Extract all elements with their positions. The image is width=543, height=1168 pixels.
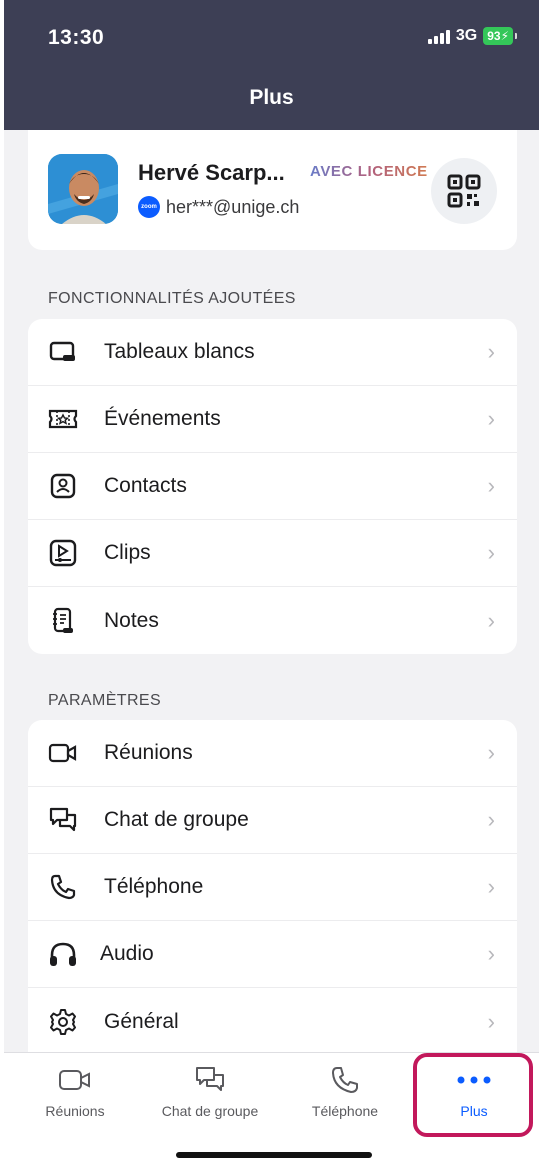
tab-meetings[interactable]: Réunions	[10, 1053, 140, 1133]
chevron-right-icon: ›	[487, 941, 495, 966]
section-label-features: FONCTIONNALITÉS AJOUTÉES	[48, 290, 296, 307]
menu-item-phone[interactable]: Téléphone ›	[28, 854, 517, 921]
tab-group-chat[interactable]: Chat de groupe	[145, 1053, 275, 1133]
menu-item-label: Téléphone	[104, 875, 204, 898]
chevron-right-icon: ›	[487, 339, 495, 364]
menu-item-contacts[interactable]: Contacts ›	[28, 453, 517, 520]
phone-icon	[330, 1065, 360, 1095]
highlight-box	[413, 1053, 533, 1137]
email-row: zoom her***@unige.ch	[138, 196, 299, 218]
features-list: Tableaux blancs › Événements › Contacts …	[28, 319, 517, 654]
signal-icon	[427, 28, 450, 44]
menu-item-clips[interactable]: Clips ›	[28, 520, 517, 587]
menu-item-label: Contacts	[104, 474, 187, 497]
status-indicators: 3G 93⚡	[427, 27, 517, 45]
chat-icon	[48, 805, 78, 835]
phone-icon	[48, 872, 78, 902]
video-icon	[48, 738, 78, 768]
chevron-right-icon: ›	[487, 540, 495, 565]
menu-item-label: Événements	[104, 407, 221, 430]
phone-screen: 13:30 3G 93⚡ Plus Hervé Scarp... AVEC LI…	[0, 0, 543, 1168]
menu-item-audio[interactable]: Audio ›	[28, 921, 517, 988]
chevron-right-icon: ›	[487, 607, 495, 633]
network-type: 3G	[455, 27, 478, 44]
video-icon	[58, 1065, 92, 1095]
chevron-right-icon: ›	[487, 740, 495, 765]
battery-icon: 93⚡	[483, 27, 517, 45]
chevron-right-icon: ›	[487, 807, 495, 832]
chevron-right-icon: ›	[487, 1008, 495, 1034]
qr-code-icon	[447, 174, 481, 208]
tab-label: Chat de groupe	[161, 1103, 259, 1119]
menu-item-label: Général	[104, 1009, 179, 1033]
status-time: 13:30	[48, 26, 105, 49]
menu-item-label: Réunions	[104, 741, 193, 764]
gear-icon	[48, 1007, 78, 1037]
home-indicator	[176, 1152, 372, 1158]
chevron-right-icon: ›	[487, 874, 495, 899]
ticket-icon	[48, 404, 78, 434]
battery-level: 93	[487, 29, 501, 43]
chevron-right-icon: ›	[487, 406, 495, 431]
menu-item-label: Chat de groupe	[104, 808, 249, 831]
section-label-settings: PARAMÈTRES	[48, 692, 162, 709]
menu-item-label: Audio	[100, 942, 154, 965]
avatar[interactable]	[48, 154, 118, 224]
menu-item-events[interactable]: Événements ›	[28, 386, 517, 453]
notes-icon	[48, 606, 78, 636]
tab-label: Réunions	[45, 1103, 105, 1119]
menu-item-notes[interactable]: Notes ›	[28, 587, 517, 654]
license-badge: AVEC LICENCE	[310, 163, 428, 180]
qr-code-button[interactable]	[431, 158, 497, 224]
contact-icon	[48, 471, 78, 501]
whiteboard-icon	[48, 337, 78, 367]
menu-item-general[interactable]: Général ›	[28, 988, 517, 1055]
menu-item-label: Notes	[104, 608, 159, 632]
headphones-icon	[48, 939, 78, 969]
menu-item-label: Tableaux blancs	[104, 340, 255, 363]
profile-card[interactable]: Hervé Scarp... AVEC LICENCE zoom her***@…	[28, 130, 517, 250]
menu-item-label: Clips	[104, 541, 151, 564]
chat-icon	[194, 1065, 226, 1095]
zoom-logo-icon: zoom	[138, 196, 160, 218]
tab-label: Téléphone	[311, 1103, 379, 1119]
page-title: Plus	[249, 86, 294, 109]
menu-item-whiteboards[interactable]: Tableaux blancs ›	[28, 319, 517, 386]
menu-item-meetings[interactable]: Réunions ›	[28, 720, 517, 787]
chevron-right-icon: ›	[487, 473, 495, 498]
profile-name: Hervé Scarp...	[138, 160, 285, 185]
settings-list: Réunions › Chat de groupe › Téléphone › …	[28, 720, 517, 1055]
profile-email: her***@unige.ch	[166, 196, 300, 217]
menu-item-group-chat[interactable]: Chat de groupe ›	[28, 787, 517, 854]
clips-icon	[48, 538, 78, 568]
header-bar: 13:30 3G 93⚡ Plus	[4, 0, 539, 130]
tab-phone[interactable]: Téléphone	[280, 1053, 410, 1133]
